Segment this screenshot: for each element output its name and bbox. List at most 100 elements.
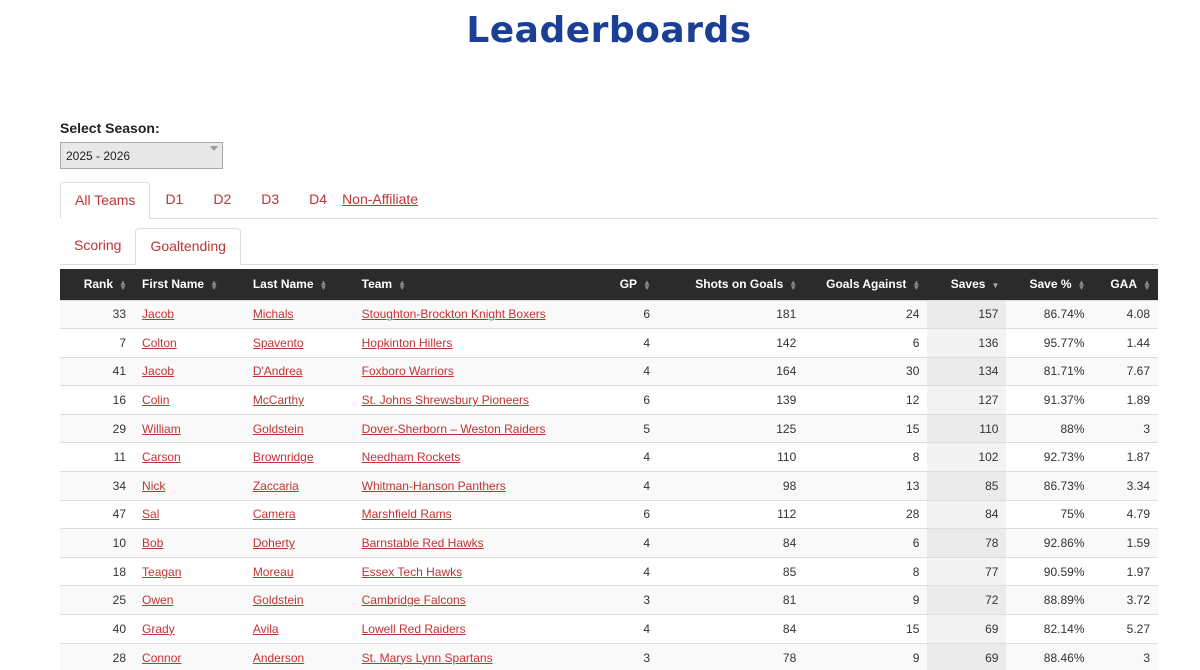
cell-last-name[interactable]: Goldstein (244, 585, 354, 615)
column-header-last-name[interactable]: Last Name ▲ ▼ (244, 269, 354, 300)
cell-team[interactable]: Needham Rockets (353, 442, 592, 472)
cell-last-name[interactable]: Moreau (244, 556, 354, 586)
cell-team[interactable]: Lowell Red Raiders (353, 614, 592, 644)
tab-d1[interactable]: D1 (150, 182, 198, 218)
cell-last-name[interactable]: Camera (244, 499, 354, 529)
cell-first-name[interactable]: Colin (134, 385, 245, 415)
team-link[interactable]: St. Marys Lynn Spartans (362, 651, 493, 665)
last-name-link[interactable]: Moreau (253, 565, 294, 579)
cell-last-name[interactable]: Doherty (244, 528, 354, 558)
cell-last-name[interactable]: Zaccaria (244, 471, 354, 501)
team-link[interactable]: Stoughton-Brockton Knight Boxers (362, 307, 546, 321)
first-name-link[interactable]: Teagan (142, 565, 181, 579)
cell-team[interactable]: St. Johns Shrewsbury Pioneers (353, 385, 592, 415)
team-link[interactable]: Lowell Red Raiders (362, 622, 466, 636)
cell-team[interactable]: Foxboro Warriors (353, 356, 592, 386)
cell-last-name[interactable]: Michals (244, 299, 354, 329)
first-name-link[interactable]: Jacob (142, 364, 174, 378)
tab-goaltending[interactable]: Goaltending (135, 228, 241, 265)
last-name-link[interactable]: Zaccaria (253, 479, 299, 493)
team-link[interactable]: Barnstable Red Hawks (362, 536, 484, 550)
cell-first-name[interactable]: Bob (134, 528, 245, 558)
last-name-link[interactable]: Brownridge (253, 450, 314, 464)
cell-team[interactable]: Barnstable Red Hawks (353, 528, 592, 558)
first-name-link[interactable]: Colton (142, 336, 177, 350)
column-header-shots-on-goals[interactable]: Shots on Goals ▲ ▼ (658, 269, 805, 300)
column-header-goals-against[interactable]: Goals Against ▲ ▼ (804, 269, 928, 300)
last-name-link[interactable]: Camera (253, 507, 296, 521)
column-header-first-name[interactable]: First Name ▲ ▼ (134, 269, 245, 300)
cell-last-name[interactable]: D'Andrea (244, 356, 354, 386)
team-link[interactable]: Cambridge Falcons (362, 593, 466, 607)
team-link[interactable]: Hopkinton Hillers (362, 336, 453, 350)
cell-team[interactable]: Hopkinton Hillers (353, 328, 592, 358)
tab-d4[interactable]: D4 (294, 182, 342, 218)
first-name-link[interactable]: Grady (142, 622, 175, 636)
team-link[interactable]: Whitman-Hanson Panthers (362, 479, 506, 493)
last-name-link[interactable]: Spavento (253, 336, 304, 350)
cell-first-name[interactable]: Teagan (134, 556, 245, 586)
last-name-link[interactable]: Doherty (253, 536, 295, 550)
cell-last-name[interactable]: Anderson (244, 642, 354, 670)
column-header-saves[interactable]: Saves ▼ (927, 269, 1007, 300)
cell-team[interactable]: Dover-Sherborn – Weston Raiders (353, 413, 592, 443)
last-name-link[interactable]: McCarthy (253, 393, 304, 407)
team-link[interactable]: Essex Tech Hawks (362, 565, 462, 579)
cell-first-name[interactable]: Carson (134, 442, 245, 472)
column-header-team[interactable]: Team ▲ ▼ (353, 269, 592, 300)
first-name-link[interactable]: William (142, 422, 181, 436)
cell-last-name[interactable]: McCarthy (244, 385, 354, 415)
sort-icon: ▲ ▼ (210, 278, 218, 293)
cell-team[interactable]: Cambridge Falcons (353, 585, 592, 615)
cell-first-name[interactable]: Connor (134, 642, 245, 670)
column-header-save-pct[interactable]: Save % ▲ ▼ (1006, 269, 1093, 300)
first-name-link[interactable]: Sal (142, 507, 159, 521)
last-name-link[interactable]: Michals (253, 307, 294, 321)
last-name-link[interactable]: Goldstein (253, 593, 304, 607)
cell-first-name[interactable]: William (134, 413, 245, 443)
cell-last-name[interactable]: Goldstein (244, 413, 354, 443)
column-header-rank[interactable]: Rank ▲ ▼ (60, 269, 135, 300)
first-name-link[interactable]: Owen (142, 593, 173, 607)
last-name-link[interactable]: Anderson (253, 651, 304, 665)
table-row: 18 Teagan Moreau Essex Tech Hawks 4 85 8 77 90.5… (60, 556, 1158, 586)
cell-first-name[interactable]: Colton (134, 328, 245, 358)
cell-first-name[interactable]: Sal (134, 499, 245, 529)
cell-first-name[interactable]: Jacob (134, 356, 245, 386)
cell-saves: 72 (927, 585, 1007, 615)
column-header-gp[interactable]: GP ▲ ▼ (591, 269, 659, 300)
last-name-link[interactable]: D'Andrea (253, 364, 303, 378)
tab-d3[interactable]: D3 (246, 182, 294, 218)
cell-last-name[interactable]: Avila (244, 614, 354, 644)
first-name-link[interactable]: Jacob (142, 307, 174, 321)
team-link[interactable]: Needham Rockets (362, 450, 461, 464)
first-name-link[interactable]: Colin (142, 393, 169, 407)
last-name-link[interactable]: Avila (253, 622, 279, 636)
cell-first-name[interactable]: Owen (134, 585, 245, 615)
cell-team[interactable]: Whitman-Hanson Panthers (353, 471, 592, 501)
team-link[interactable]: St. Johns Shrewsbury Pioneers (362, 393, 529, 407)
first-name-link[interactable]: Connor (142, 651, 181, 665)
cell-first-name[interactable]: Grady (134, 614, 245, 644)
first-name-link[interactable]: Bob (142, 536, 163, 550)
tab-scoring[interactable]: Scoring (60, 228, 135, 264)
first-name-link[interactable]: Carson (142, 450, 181, 464)
column-header-gaa[interactable]: GAA ▲ ▼ (1092, 269, 1158, 300)
cell-team[interactable]: Stoughton-Brockton Knight Boxers (353, 299, 592, 329)
cell-first-name[interactable]: Nick (134, 471, 245, 501)
team-link[interactable]: Foxboro Warriors (362, 364, 454, 378)
team-link[interactable]: Marshfield Rams (362, 507, 452, 521)
tab-all-teams[interactable]: All Teams (60, 182, 151, 219)
cell-first-name[interactable]: Jacob (134, 299, 245, 329)
team-link[interactable]: Dover-Sherborn – Weston Raiders (362, 422, 546, 436)
tab-non-affiliate[interactable]: Non-Affiliate (342, 182, 418, 218)
first-name-link[interactable]: Nick (142, 479, 165, 493)
cell-team[interactable]: Essex Tech Hawks (353, 556, 592, 586)
cell-last-name[interactable]: Brownridge (244, 442, 354, 472)
cell-team[interactable]: Marshfield Rams (353, 499, 592, 529)
cell-last-name[interactable]: Spavento (244, 328, 354, 358)
tab-d2[interactable]: D2 (198, 182, 246, 218)
season-select[interactable]: 2025 - 2026 (60, 142, 223, 169)
last-name-link[interactable]: Goldstein (253, 422, 304, 436)
cell-team[interactable]: St. Marys Lynn Spartans (353, 642, 592, 670)
